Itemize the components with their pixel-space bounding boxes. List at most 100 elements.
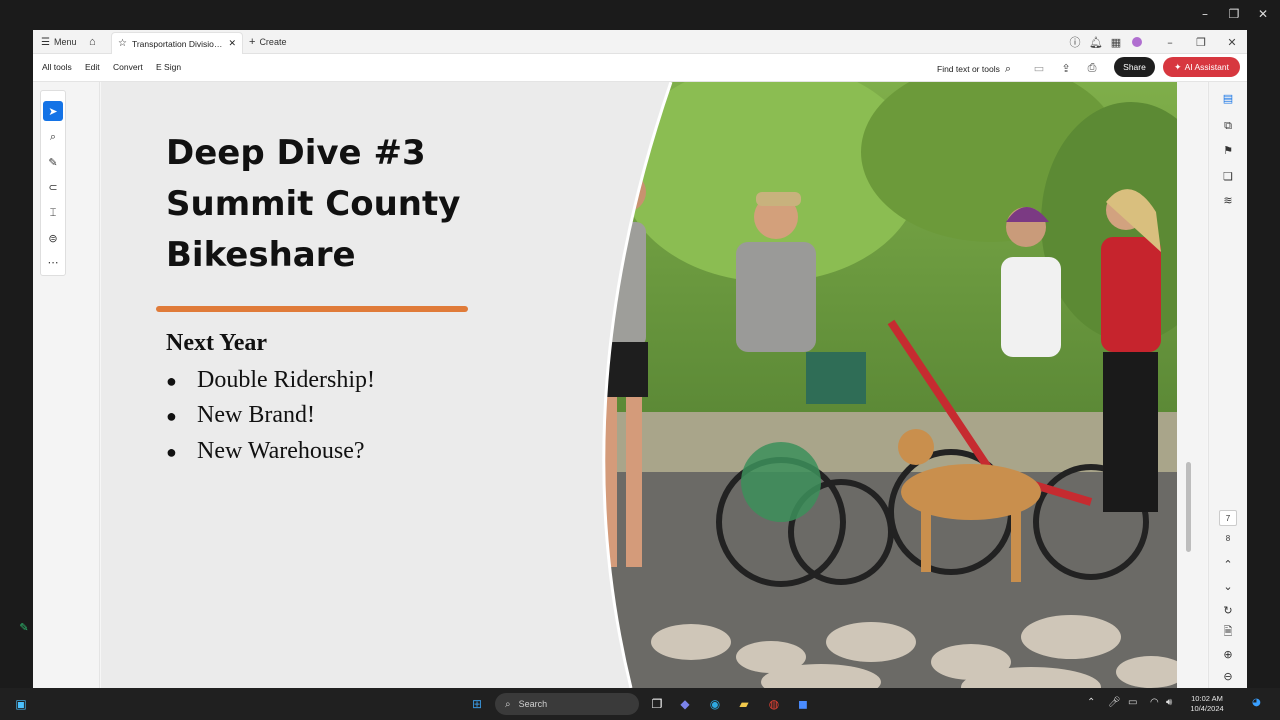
page-number-input[interactable]: 7 [1219, 510, 1237, 526]
share-button[interactable]: Share [1114, 57, 1155, 77]
slide-title-line: Bikeshare [166, 235, 356, 275]
lasso-icon[interactable]: ⊂ [43, 177, 63, 197]
stack-icon[interactable]: ≋ [1219, 192, 1237, 208]
find-tools-button[interactable]: Find text or tools ⌕ [937, 62, 1011, 76]
search-placeholder: Search [518, 699, 548, 709]
edge-icon[interactable]: ◉ [706, 695, 724, 713]
bullet-text: Double Ridership! [197, 367, 375, 393]
tab-bar: ☰ Menu ⌂ ☆ Transportation Division... ✕ … [33, 30, 1247, 54]
rotate-icon[interactable]: ↻ [1219, 602, 1237, 618]
outer-restore-icon[interactable]: ❐ [1221, 6, 1247, 22]
bullet-text: New Warehouse? [197, 438, 365, 464]
bullet-item: ● New Brand! [166, 402, 315, 429]
ai-assistant-button[interactable]: ✦ AI Assistant [1163, 57, 1240, 77]
outer-close-icon[interactable]: ✕ [1250, 6, 1276, 22]
menu-icon: ☰ [41, 36, 50, 48]
page-up-icon[interactable]: ⌃ [1219, 556, 1237, 572]
microphone-icon[interactable]: 🎤︎ [1108, 697, 1121, 708]
apps-icon[interactable]: ▦ [1106, 34, 1126, 50]
pen-icon[interactable]: ✎ [43, 152, 63, 172]
chrome-icon[interactable]: ◍ [765, 695, 783, 713]
create-label: Create [259, 37, 287, 47]
bikeshare-photo [602, 82, 1178, 688]
quick-tools: ➤ ⌕ ✎ ⊂ ⌶ ⊜ ⋯ [40, 90, 66, 276]
bookmark-icon[interactable]: ⚑ [1219, 142, 1237, 158]
bullet-text: New Brand! [197, 402, 315, 428]
tray-chevron-icon[interactable]: ⌃ [1087, 697, 1095, 708]
volume-icon[interactable]: 🔊︎ [1166, 697, 1172, 708]
search-icon: ⌕ [1004, 62, 1012, 75]
zoom-tool-icon[interactable]: ⌕ [43, 127, 63, 147]
all-tools-menu[interactable]: All tools [42, 62, 72, 72]
ai-assistant-label: AI Assistant [1184, 62, 1229, 72]
page-down-icon[interactable]: ⌄ [1219, 578, 1237, 594]
left-tools-rail: ➤ ⌕ ✎ ⊂ ⌶ ⊜ ⋯ [33, 82, 100, 688]
desktop-icon[interactable]: ▣ [12, 695, 30, 713]
bullet-dot-icon: ● [166, 371, 177, 391]
zoom-in-icon[interactable]: ⊕ [1219, 646, 1237, 662]
bullet-item: ● New Warehouse? [166, 438, 365, 465]
stamp-icon[interactable]: ⊜ [43, 228, 63, 248]
slide-title-line: Deep Dive #3 [166, 133, 426, 173]
task-view-icon[interactable]: ❐ [648, 695, 666, 713]
esign-menu[interactable]: E Sign [156, 62, 181, 72]
print-icon[interactable]: ⎙ [1085, 61, 1099, 75]
page-total: 8 [1225, 534, 1231, 543]
close-icon[interactable]: ✕ [228, 38, 236, 49]
acrobat-window: ☰ Menu ⌂ ☆ Transportation Division... ✕ … [33, 30, 1247, 688]
restore-icon[interactable]: ❐ [1191, 34, 1211, 50]
main-toolbar: All tools Edit Convert E Sign Find text … [33, 54, 1247, 82]
edit-menu[interactable]: Edit [85, 62, 100, 72]
bell-icon[interactable]: 🔔︎ [1086, 34, 1106, 50]
file-explorer-icon[interactable]: ▰ [735, 695, 753, 713]
bullet-dot-icon: ● [166, 406, 177, 426]
layers-icon[interactable]: ⧉ [1219, 118, 1237, 134]
search-icon: ⌕ [505, 698, 511, 710]
upload-icon[interactable]: ⇪ [1059, 61, 1073, 75]
taskbar: ▣ ⊞ ⌕ Search ❐ ◆ ◉ ▰ ◍ ◼ ⌃ 🎤︎ ▭ ◠ 🔊︎ 10:… [0, 688, 1280, 720]
teams-icon[interactable]: ◆ [676, 695, 694, 713]
taskbar-clock[interactable]: 10:02 AM 10/4/2024 [1184, 694, 1230, 714]
profile-icon[interactable] [1127, 34, 1147, 50]
clock-time: 10:02 AM [1191, 694, 1223, 703]
window-close-icon[interactable]: ✕ [1222, 34, 1242, 50]
title-divider [156, 306, 468, 312]
os-top-strip: – ❐ ✕ [0, 0, 1280, 30]
zoom-out-icon[interactable]: ⊖ [1219, 668, 1237, 684]
create-tab-button[interactable]: + Create [249, 34, 286, 50]
zoom-app-icon[interactable]: ◼ [794, 695, 812, 713]
slide-heading: Next Year [166, 330, 268, 356]
right-tools-rail: ▤ ⧉ ⚑ ❏ ≋ 7 8 ⌃ ⌄ ↻ 🗎︎ ⊕ ⊖ [1208, 82, 1247, 688]
menu-button[interactable]: ☰ Menu [41, 34, 76, 50]
minimize-icon[interactable]: – [1160, 34, 1180, 50]
select-tool-icon[interactable]: ➤ [43, 101, 63, 121]
vertical-scrollbar[interactable] [1177, 82, 1207, 688]
document-icon[interactable]: 🗎︎ [1219, 624, 1237, 640]
bullet-dot-icon: ● [166, 442, 177, 462]
convert-menu[interactable]: Convert [113, 62, 143, 72]
menu-label: Menu [53, 37, 77, 47]
home-icon[interactable]: ⌂ [89, 34, 96, 50]
outer-minimize-icon[interactable]: – [1192, 6, 1218, 22]
display-icon[interactable]: ▭ [1128, 697, 1137, 708]
slide-title: Deep Dive #3 Summit County Bikeshare [166, 128, 546, 281]
tab-document[interactable]: ☆ Transportation Division... ✕ [111, 32, 243, 54]
scroll-thumb[interactable] [1186, 462, 1191, 552]
find-label: Find text or tools [937, 64, 1000, 74]
pen-floating-icon[interactable]: ✎ [17, 620, 31, 634]
star-icon[interactable]: ☆ [118, 38, 127, 49]
copilot-icon[interactable]: ◕ [1252, 697, 1261, 708]
taskbar-search[interactable]: ⌕ Search [495, 693, 639, 715]
comment-panel-icon[interactable]: ▤ [1219, 90, 1237, 106]
windows-start-icon[interactable]: ⊞ [468, 695, 486, 713]
text-select-icon[interactable]: ⌶ [43, 203, 63, 223]
help-icon[interactable]: ⓘ [1065, 34, 1085, 50]
tab-title: Transportation Division... [131, 38, 224, 49]
more-icon[interactable]: ⋯ [43, 252, 63, 272]
pages-icon[interactable]: ❏ [1219, 168, 1237, 184]
bullet-item: ● Double Ridership! [166, 367, 375, 394]
document-page: Deep Dive #3 Summit County Bikeshare Nex… [101, 82, 1178, 688]
clock-date: 10/4/2024 [1190, 704, 1224, 713]
save-icon[interactable]: ▭ [1032, 61, 1046, 75]
wifi-icon[interactable]: ◠ [1150, 697, 1159, 708]
